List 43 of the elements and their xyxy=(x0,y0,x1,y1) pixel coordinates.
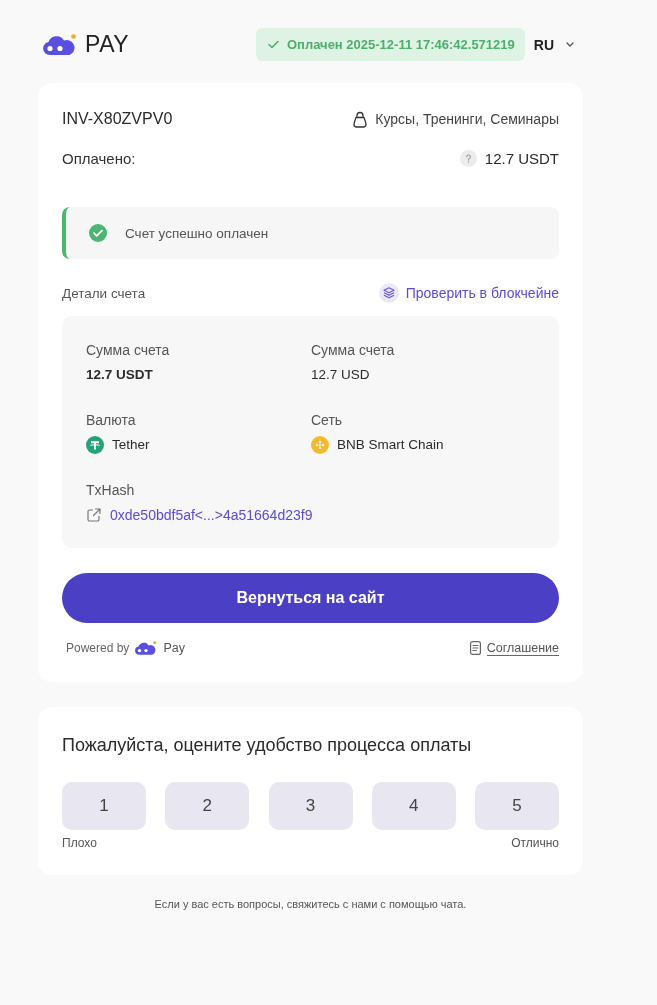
detail-label: Сумма счета xyxy=(311,341,395,359)
detail-value: 12.7 USDT xyxy=(86,366,153,384)
rating-button[interactable]: 3 xyxy=(268,782,353,830)
detail-value: 12.7 USD xyxy=(311,366,370,384)
check-circle-icon xyxy=(89,224,107,242)
shopping-bag-icon xyxy=(353,110,368,128)
detail-label: Валюта xyxy=(86,411,136,429)
tx-hash-link[interactable]: 0xde50bdf5af<...>4a51664d23f9 xyxy=(86,506,313,524)
rating-title: Пожалуйста, оцените удобство процесса оплаты xyxy=(62,734,472,757)
rating-button[interactable]: 2 xyxy=(165,782,250,830)
rating-button[interactable]: 4 xyxy=(371,782,456,830)
return-to-site-button[interactable]: Вернуться на сайт xyxy=(62,573,559,623)
category-text: Курсы, Тренинги, Семинары xyxy=(375,111,559,127)
detail-label: Сумма счета xyxy=(86,341,170,359)
detail-label: Сеть xyxy=(311,411,343,429)
low-rating-label: Плохо xyxy=(62,836,97,850)
rating-button[interactable]: 1 xyxy=(62,782,146,830)
brand-name: Pay xyxy=(163,641,185,655)
invoice-number: INV-X80ZVPV0 xyxy=(62,110,173,128)
rating-button[interactable]: 5 xyxy=(475,782,559,830)
verify-blockchain-link[interactable]: Проверить в блокчейне xyxy=(378,283,559,303)
detail-label: TxHash xyxy=(86,481,135,499)
logo-text: PAY xyxy=(85,31,130,58)
check-icon xyxy=(267,40,279,49)
detail-value: BNB Smart Chain xyxy=(337,436,444,454)
help-note: Если у вас есть вопросы, свяжитесь с нами с помощью чата. xyxy=(154,897,467,911)
chevron-down-icon xyxy=(566,42,574,47)
language-select[interactable]: RU xyxy=(533,36,574,53)
document-icon xyxy=(469,641,481,655)
agreement-link[interactable]: Соглашение xyxy=(469,640,559,656)
cloud-logo-icon xyxy=(43,34,77,55)
section-title: Детали счета xyxy=(62,285,146,301)
powered-by-text: Powered by xyxy=(66,641,130,655)
external-link-icon xyxy=(86,507,102,523)
paid-amount: 12.7 USDT xyxy=(484,149,559,167)
layers-icon xyxy=(378,283,399,303)
high-rating-label: Отлично xyxy=(511,836,559,850)
paid-label: Оплачено: xyxy=(62,149,136,167)
alert-text: Счет успешно оплачен xyxy=(125,225,269,241)
help-icon xyxy=(459,149,477,167)
cloud-logo-icon xyxy=(135,641,158,655)
status-text: Оплачен 2025-12-11 17:46:42.571219 xyxy=(286,37,515,52)
detail-value: Tether xyxy=(112,436,150,454)
